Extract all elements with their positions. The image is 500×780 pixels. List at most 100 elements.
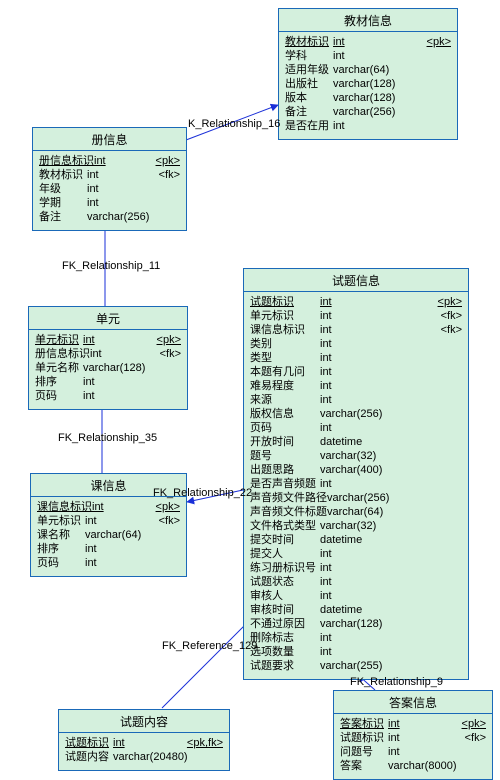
column-key: <pk,fk> (187, 736, 223, 750)
column-type: int (388, 745, 456, 759)
column-type: varchar(20480) (113, 750, 193, 764)
column-type: int (320, 351, 432, 365)
column-name: 教材标识 (285, 35, 333, 49)
column-name: 选项数量 (250, 645, 320, 659)
column-name: 试题内容 (65, 750, 113, 764)
column-row: 提交时间datetime (250, 533, 462, 547)
column-row: 册信息标识int<fk> (35, 347, 181, 361)
column-key (150, 182, 180, 196)
column-name: 册信息标识 (39, 154, 94, 168)
column-name: 单元标识 (35, 333, 83, 347)
column-key (432, 631, 462, 645)
entity-body: 试题标识int<pk,fk>试题内容varchar(20480) (59, 733, 229, 770)
column-name: 试题标识 (250, 295, 320, 309)
column-type: int (320, 323, 432, 337)
column-row: 问题号int (340, 745, 486, 759)
column-key (150, 528, 180, 542)
column-row: 单元标识int<fk> (37, 514, 180, 528)
column-key (432, 421, 462, 435)
column-name: 审核人 (250, 589, 320, 603)
column-row: 教材标识int<fk> (39, 168, 180, 182)
column-row: 学科int (285, 49, 451, 63)
column-name: 课名称 (37, 528, 85, 542)
column-type: int (333, 119, 421, 133)
column-key (432, 575, 462, 589)
entity-册信息: 册信息 册信息标识int<pk>教材标识int<fk>年级int学期int备注v… (32, 127, 187, 231)
rel-label: FK_Relationship_22 (153, 487, 252, 499)
column-key (150, 210, 180, 224)
column-type: varchar(8000) (388, 759, 456, 773)
column-row: 学期int (39, 196, 180, 210)
column-name: 学科 (285, 49, 333, 63)
column-type: int (90, 347, 151, 361)
column-name: 是否在用 (285, 119, 333, 133)
column-row: 声音频文件标题varchar(64) (250, 505, 462, 519)
column-row: 难易程度int (250, 379, 462, 393)
column-key: <pk> (151, 333, 181, 347)
entity-title: 试题内容 (59, 710, 229, 733)
column-row: 声音频文件路径varchar(256) (250, 491, 462, 505)
column-name: 备注 (39, 210, 87, 224)
column-type: int (87, 182, 150, 196)
column-type: int (320, 337, 432, 351)
column-name: 页码 (250, 421, 320, 435)
column-name: 试题状态 (250, 575, 320, 589)
column-type: int (320, 295, 432, 309)
column-row: 练习册标识号int (250, 561, 462, 575)
column-key (421, 91, 451, 105)
column-row: 册信息标识int<pk> (39, 154, 180, 168)
column-key (421, 49, 451, 63)
entity-title: 教材信息 (279, 9, 457, 32)
column-key (432, 365, 462, 379)
column-type: int (320, 547, 432, 561)
column-type: varchar(32) (320, 449, 432, 463)
column-name: 版本 (285, 91, 333, 105)
column-name: 类型 (250, 351, 320, 365)
column-name: 类别 (250, 337, 320, 351)
column-row: 出题思路varchar(400) (250, 463, 462, 477)
column-type: varchar(255) (320, 659, 432, 673)
column-key (432, 477, 462, 491)
column-row: 类型int (250, 351, 462, 365)
column-name: 试题标识 (340, 731, 388, 745)
column-row: 备注varchar(256) (285, 105, 451, 119)
column-row: 页码int (37, 556, 180, 570)
column-type: int (320, 365, 432, 379)
column-row: 单元标识int<fk> (250, 309, 462, 323)
column-key (421, 77, 451, 91)
column-type: varchar(256) (327, 491, 432, 505)
column-row: 年级int (39, 182, 180, 196)
rel-label: FK_Relationship_11 (62, 260, 160, 272)
column-type: datetime (320, 435, 432, 449)
entity-body: 答案标识int<pk>试题标识int<fk>问题号int答案varchar(80… (334, 714, 492, 779)
column-key: <fk> (432, 309, 462, 323)
column-row: 排序int (35, 375, 181, 389)
column-name: 审核时间 (250, 603, 320, 617)
column-row: 试题状态int (250, 575, 462, 589)
column-key: <pk> (456, 717, 486, 731)
column-key (432, 463, 462, 477)
column-row: 单元名称varchar(128) (35, 361, 181, 375)
column-name: 来源 (250, 393, 320, 407)
column-row: 审核人int (250, 589, 462, 603)
entity-body: 册信息标识int<pk>教材标识int<fk>年级int学期int备注varch… (33, 151, 186, 230)
column-name: 问题号 (340, 745, 388, 759)
column-key: <pk> (150, 154, 180, 168)
column-row: 选项数量int (250, 645, 462, 659)
column-row: 来源int (250, 393, 462, 407)
column-key (432, 659, 462, 673)
rel-label: FK_Relationship_35 (58, 432, 157, 444)
entity-title: 单元 (29, 307, 187, 330)
column-type: varchar(256) (87, 210, 150, 224)
column-type: int (320, 309, 432, 323)
column-type: int (320, 631, 432, 645)
column-key (456, 745, 486, 759)
column-row: 审核时间datetime (250, 603, 462, 617)
column-name: 试题要求 (250, 659, 320, 673)
column-row: 不通过原因varchar(128) (250, 617, 462, 631)
entity-答案信息: 答案信息 答案标识int<pk>试题标识int<fk>问题号int答案varch… (333, 690, 493, 780)
column-type: int (83, 333, 151, 347)
column-type: int (320, 379, 432, 393)
column-row: 单元标识int<pk> (35, 333, 181, 347)
column-type: int (320, 477, 432, 491)
